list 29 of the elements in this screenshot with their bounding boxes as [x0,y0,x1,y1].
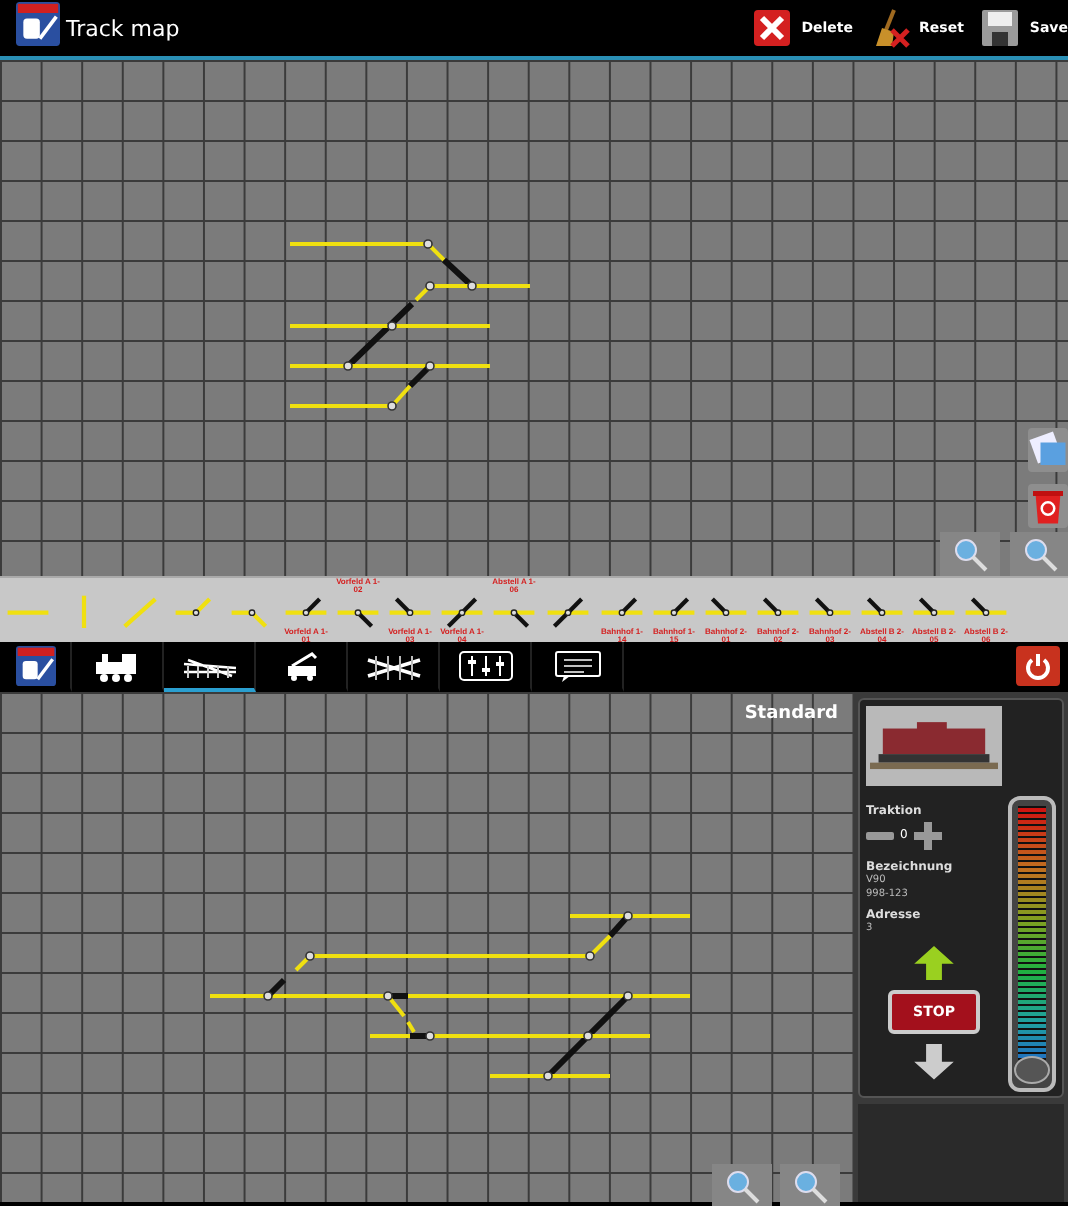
down-arrow-icon[interactable] [914,1044,954,1080]
app-logo-icon [15,645,55,685]
zoom-out-button[interactable] [940,532,1000,576]
crossover-icon[interactable] [436,594,488,628]
minus-icon[interactable] [866,829,894,842]
zoom-out-button[interactable] [712,1164,772,1206]
magnifier-icon [952,536,988,572]
zoom-in-button[interactable] [1010,532,1068,576]
plus-icon[interactable] [913,821,942,850]
speed-meter[interactable] [1008,796,1056,1092]
trash-button[interactable] [1028,484,1068,528]
pages-icon [1028,430,1068,470]
crossover-icon[interactable] [542,594,594,628]
magnifier-icon [792,1168,828,1204]
screen-title: Track map [66,15,182,41]
app-logo-icon [16,2,60,46]
power-button[interactable] [1016,646,1060,686]
sliders-icon [455,647,515,683]
delete-icon [751,8,792,48]
zoom-in-button[interactable] [780,1164,840,1206]
locomotive-drawing [870,719,998,772]
trash-icon [1028,486,1068,526]
copy-button[interactable] [1028,428,1068,472]
layout-name: Standard [744,704,838,724]
magnifier-icon [1022,536,1058,572]
magnifier-icon [724,1168,760,1204]
power-icon [1024,652,1052,680]
up-arrow-icon[interactable] [914,945,954,981]
speed-knob[interactable] [1014,1056,1050,1084]
